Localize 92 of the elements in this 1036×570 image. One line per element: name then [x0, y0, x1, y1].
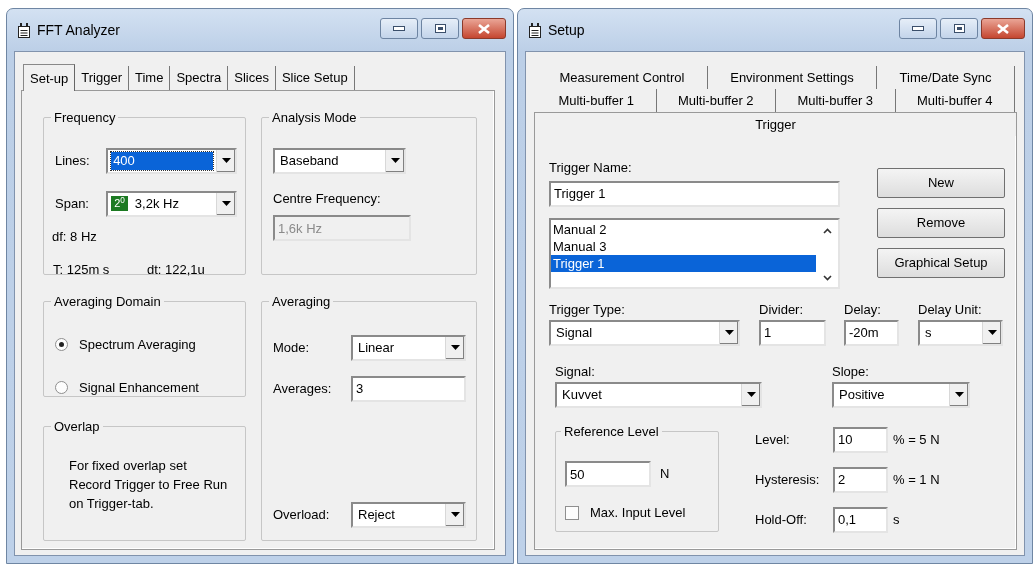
dialog-button[interactable]: Graphical Setup [877, 248, 1005, 278]
field-label: Overload: [273, 505, 331, 524]
overlap-note: For fixed overlap set Record Trigger to Free Run on Trigger-tab. [69, 456, 229, 513]
dropdown[interactable]: Kuvvet [555, 381, 762, 408]
radio-button[interactable] [55, 381, 68, 395]
field-label: Slope: [832, 363, 870, 379]
input-field[interactable]: Trigger 1 [549, 180, 840, 207]
tab[interactable]: Trigger [535, 113, 1016, 136]
exponent-badge: 2$^{0}$ [111, 196, 128, 211]
dialog-button[interactable]: Remove [877, 208, 1005, 238]
field-label: Divider: [759, 301, 805, 317]
field-label: Span: [55, 194, 90, 213]
dropdown[interactable]: 2$^{0}$ 3,2k Hz [106, 190, 237, 217]
minimize-icon [393, 26, 405, 31]
minimize-icon [912, 26, 924, 31]
chevron-down-icon [822, 274, 832, 281]
maximize-icon [953, 24, 965, 33]
minimize-button[interactable] [899, 18, 937, 39]
caret-icon [221, 158, 231, 163]
field-label: Mode: [273, 338, 311, 357]
input-field[interactable]: -20m [844, 319, 899, 346]
caret-icon [450, 345, 460, 350]
caret-icon [954, 392, 964, 397]
unit-label: N [660, 465, 670, 484]
field-label: Lines: [55, 151, 91, 170]
info-text: df: 8 Hz [52, 227, 98, 246]
dropdown[interactable]: Linear [351, 334, 466, 361]
field-label: Centre Frequency: [273, 189, 382, 208]
list-item[interactable]: Manual 3 [551, 237, 816, 255]
field-label: Hysteresis: [755, 470, 821, 489]
close-button[interactable] [981, 18, 1025, 39]
checkbox-label[interactable]: Max. Input Level [590, 503, 686, 523]
list-item[interactable]: Manual 2 [551, 220, 816, 238]
radio-button[interactable] [55, 337, 68, 351]
info-text: dt: 122,1u [147, 261, 205, 279]
dropdown[interactable]: Positive [832, 381, 970, 408]
tab[interactable]: Measurement Control [537, 66, 708, 89]
window-icon [528, 22, 542, 38]
field-label: Delay Unit: [918, 301, 983, 317]
dropdown[interactable]: s [918, 319, 1003, 346]
checkbox[interactable] [565, 505, 579, 520]
input-field[interactable]: 10 [833, 426, 888, 453]
caret-icon [724, 330, 734, 335]
chevron-up-icon [822, 227, 832, 234]
input-field[interactable]: 0,1 [833, 506, 888, 533]
tab[interactable]: Time [129, 66, 171, 90]
field-label: Averages: [273, 379, 333, 398]
close-button[interactable] [462, 18, 506, 39]
tab[interactable]: Time/Date Sync [877, 66, 1015, 89]
list-box[interactable]: Manual 2 Manual 3 Trigger 1 [549, 217, 840, 289]
tab[interactable]: Slices [228, 66, 276, 90]
caret-icon [746, 392, 756, 397]
unit-label: % = 1 N [893, 470, 940, 489]
info-text: T: 125m s [53, 261, 111, 279]
close-icon [997, 23, 1009, 34]
field-label: Trigger Name: [549, 159, 633, 177]
radio-label[interactable]: Spectrum Averaging [79, 334, 196, 354]
field-label: Signal: [555, 363, 596, 379]
field-label: Delay: [844, 301, 882, 317]
dropdown[interactable]: Baseband [273, 147, 406, 174]
field-label: Level: [755, 430, 791, 449]
input-field[interactable]: 2 [833, 466, 888, 493]
close-icon [478, 23, 490, 34]
maximize-button[interactable] [421, 18, 459, 39]
caret-icon [221, 201, 231, 206]
tab[interactable]: Set-up [23, 64, 76, 91]
tab[interactable]: Spectra [170, 66, 229, 90]
caret-icon [450, 512, 460, 517]
field-label: Trigger Type: [549, 301, 626, 317]
window-title: FFT Analyzer [37, 20, 121, 40]
input-field[interactable]: 3 [351, 375, 466, 402]
caret-icon [390, 158, 400, 163]
dropdown[interactable]: 400 [106, 147, 237, 174]
input-field[interactable]: 50 [565, 461, 651, 487]
input-field[interactable]: 1 [759, 319, 826, 346]
dropdown[interactable]: Reject [351, 501, 466, 528]
dialog-button[interactable]: New [877, 168, 1005, 198]
unit-label: % = 5 N [893, 430, 940, 449]
maximize-button[interactable] [940, 18, 978, 39]
dropdown[interactable]: Signal [549, 319, 740, 346]
tab[interactable]: Slice Setup [275, 66, 355, 90]
field-label: Hold-Off: [755, 510, 808, 529]
window-title: Setup [548, 20, 586, 40]
unit-label: s [893, 510, 900, 529]
radio-label[interactable]: Signal Enhancement [79, 378, 199, 398]
caret-icon [987, 330, 997, 335]
list-item[interactable]: Trigger 1 [551, 254, 816, 272]
window-icon [17, 22, 31, 38]
minimize-button[interactable] [380, 18, 418, 39]
tab[interactable]: Environment Settings [707, 66, 878, 89]
maximize-icon [434, 24, 446, 33]
tab[interactable]: Trigger [75, 66, 129, 90]
